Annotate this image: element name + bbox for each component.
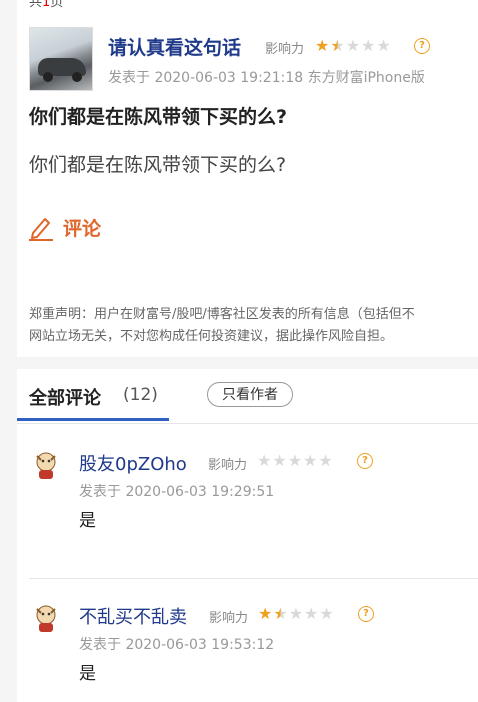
post-author-name[interactable]: 请认真看这句话: [108, 33, 241, 60]
reply-content: 是: [79, 664, 96, 684]
post-title: 你们都是在陈风带领下买的么?: [29, 106, 288, 128]
star-icon: ★: [330, 36, 345, 55]
question-icon[interactable]: ?: [358, 606, 374, 622]
star-icon: ★: [303, 451, 318, 470]
disclaimer: 郑重声明：用户在财富号/股吧/博客社区发表的所有信息（包括但不 网站立场无关，不…: [29, 304, 415, 348]
question-icon[interactable]: ?: [414, 38, 430, 54]
star-icon: ★: [288, 604, 304, 623]
star-icon: ★: [272, 451, 287, 470]
reply-avatar[interactable]: [33, 603, 59, 633]
star-icon: ★: [315, 36, 330, 55]
comment-button[interactable]: 评论: [29, 214, 101, 241]
star-icon: ★: [273, 604, 288, 623]
section-gap: [0, 357, 478, 369]
star-icon: ★: [318, 451, 333, 470]
influence-stars: ★ ★ ★ ★ ★: [315, 38, 391, 54]
reply-influence-stars: ★ ★ ★ ★ ★: [258, 606, 334, 622]
reply-influence-stars: ★ ★ ★ ★ ★: [257, 453, 333, 469]
post-body: 你们都是在陈风带领下买的么?: [29, 154, 287, 176]
reply-avatar[interactable]: [33, 450, 59, 480]
wheel-front: [43, 72, 53, 82]
comments-tabs: 全部评论 (12) 只看作者: [17, 369, 478, 424]
pencil-icon: [29, 217, 53, 241]
question-icon[interactable]: ?: [357, 453, 373, 469]
tab-active-underline: [17, 418, 169, 421]
author-avatar[interactable]: [29, 27, 93, 91]
star-icon: ★: [257, 451, 272, 470]
disclaimer-line-2: 网站立场无关，不对您构成任何投资建议，据此操作风险自担。: [29, 329, 394, 344]
star-icon: ★: [376, 36, 391, 55]
reply-influence-label: 影响力: [208, 458, 248, 473]
pager-prefix: 共: [29, 0, 43, 10]
influence-label: 影响力: [265, 42, 305, 57]
post-page: 共1页 请认真看这句话 影响力 ★ ★ ★ ★ ★ ? 发表于 2020-06-03 1…: [17, 0, 478, 702]
star-icon: ★: [287, 451, 303, 470]
reply-divider: [29, 578, 478, 579]
pager-suffix: 页: [50, 0, 64, 10]
reply-influence-label: 影响力: [209, 611, 249, 626]
wheel-back: [72, 72, 82, 82]
star-icon: ★: [319, 604, 334, 623]
reply-author-name[interactable]: 股友0pZOho: [79, 450, 187, 476]
disclaimer-line-1: 郑重声明：用户在财富号/股吧/博客社区发表的所有信息（包括但不: [29, 307, 415, 322]
comment-count: (12): [123, 385, 158, 405]
reply-author-name[interactable]: 不乱买不乱卖: [79, 603, 187, 629]
star-icon: ★: [361, 36, 376, 55]
star-icon: ★: [304, 604, 319, 623]
author-only-button[interactable]: 只看作者: [207, 382, 293, 407]
pager: 共1页: [29, 0, 63, 10]
tab-all-comments[interactable]: 全部评论: [29, 384, 101, 410]
reply-meta: 发表于 2020-06-03 19:53:12: [79, 637, 275, 653]
star-icon: ★: [345, 36, 361, 55]
star-icon: ★: [258, 604, 273, 623]
comment-label: 评论: [63, 218, 102, 240]
post-meta: 发表于 2020-06-03 19:21:18 东方财富iPhone版: [108, 70, 425, 86]
reply-meta: 发表于 2020-06-03 19:29:51: [79, 484, 275, 500]
reply-content: 是: [79, 511, 96, 531]
